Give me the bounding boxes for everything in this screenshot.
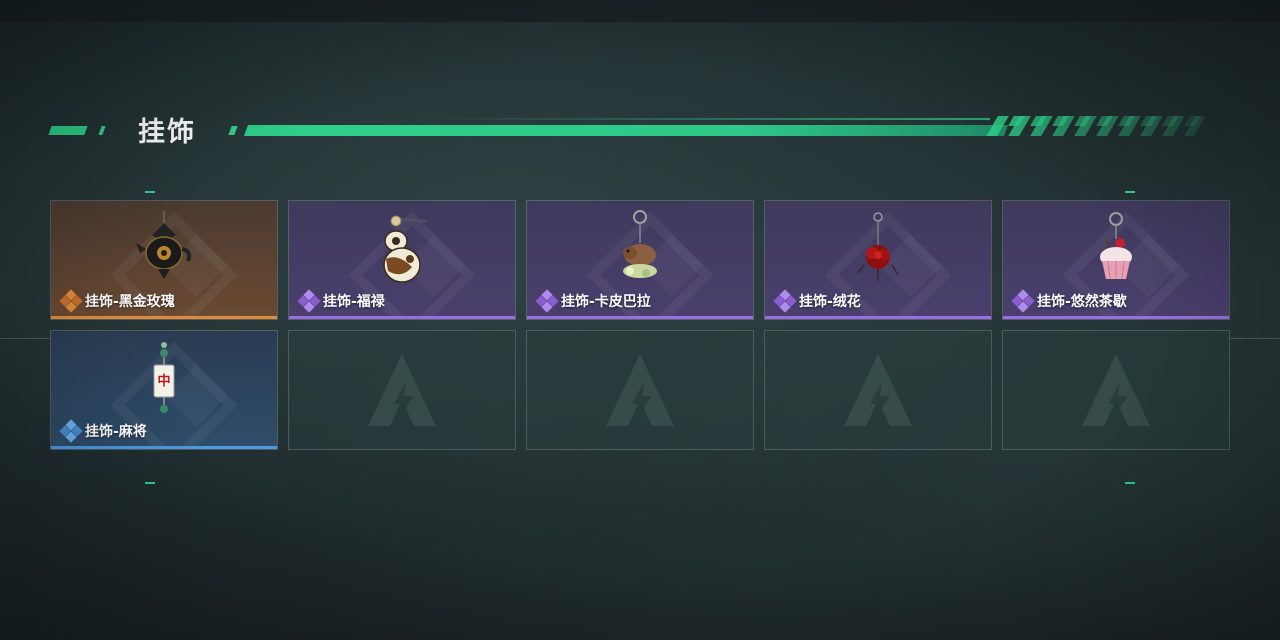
svg-text:中: 中 [157,373,170,389]
cupcake-charm-icon [1100,212,1132,280]
header-checker-decoration [997,116,1203,126]
rarity-purple-icon [773,289,797,313]
header-dash-decoration [98,126,106,135]
header-thin-line [430,118,990,120]
charm-name: 挂饰-麻将 [85,424,147,440]
header-dash-decoration [48,126,88,135]
game-logo-watermark-icon [368,354,436,426]
charm-slot[interactable]: 挂饰-卡皮巴拉 [526,200,754,320]
game-logo-watermark-icon [844,354,912,426]
mahjong-tile-charm-icon: 中 [153,342,175,413]
rarity-strip [1003,316,1229,319]
frame-corner-tick [145,191,155,193]
rarity-strip [51,316,277,319]
header-dash-decoration [228,126,238,135]
rarity-strip [289,316,515,319]
rarity-strip [765,316,991,319]
capybara-charm-icon [623,210,657,278]
rarity-blue-icon [59,419,83,443]
charm-name: 挂饰-黑金玫瑰 [85,294,175,310]
rarity-strip [527,316,753,319]
empty-charm-slot[interactable] [764,330,992,450]
game-logo-watermark-icon [1082,354,1150,426]
side-rail [1230,338,1280,339]
rarity-purple-icon [297,289,321,313]
charm-slot[interactable]: 挂饰-黑金玫瑰 [50,200,278,320]
frame-corner-tick [145,482,155,484]
rarity-strip [51,446,277,449]
gourd-charm-icon [383,215,427,283]
top-bar [0,0,1280,22]
charm-slot[interactable]: 挂饰-悠然茶歇 [1002,200,1230,320]
charm-name: 挂饰-悠然茶歇 [1037,294,1127,310]
charm-name: 挂饰-卡皮巴拉 [561,294,651,310]
side-rail [0,338,50,339]
charm-name: 挂饰-绒花 [799,294,861,310]
charm-name: 挂饰-福禄 [323,294,385,310]
game-logo-watermark-icon [606,354,674,426]
rarity-purple-icon [1011,289,1035,313]
charm-grid: 挂饰-黑金玫瑰 挂饰-福禄 挂饰-卡皮巴拉 挂饰-绒花 挂饰-悠然茶歇 中 挂饰… [50,200,1230,450]
rarity-purple-icon [535,289,559,313]
teapot-rose-charm-icon [136,211,192,279]
frame-corner-tick [1125,482,1135,484]
empty-charm-slot[interactable] [526,330,754,450]
empty-charm-slot[interactable] [1002,330,1230,450]
velvet-flower-charm-icon [857,212,899,281]
empty-charm-slot[interactable] [288,330,516,450]
frame-corner-tick [1125,191,1135,193]
charm-slot[interactable]: 中 挂饰-麻将 [50,330,278,450]
charm-slot[interactable]: 挂饰-福禄 [288,200,516,320]
header-accent-bar [243,125,1009,136]
charm-slot[interactable]: 挂饰-绒花 [764,200,992,320]
rarity-orange-icon [59,289,83,313]
section-title: 挂饰 [138,117,196,148]
